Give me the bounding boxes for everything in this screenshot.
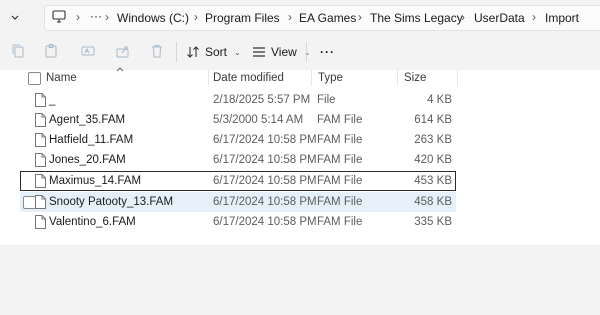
sort-ascending-icon — [116, 67, 124, 72]
breadcrumb-item-userdata[interactable]: UserData — [474, 11, 525, 25]
column-header-name[interactable]: Name — [46, 72, 77, 84]
file-name: Agent_35.FAM — [49, 114, 126, 126]
command-bar: Sort ⌄ View ⌄ ··· — [0, 34, 600, 71]
breadcrumb-item-ea-games[interactable]: EA Games — [299, 11, 356, 25]
file-type: FAM File — [317, 134, 363, 146]
chevron-right-icon: › — [105, 10, 109, 24]
file-date: 6/17/2024 10:58 PM — [213, 196, 317, 208]
file-icon — [35, 195, 46, 209]
toolbar-divider — [306, 42, 307, 62]
file-row[interactable]: Valentino_6.FAM 6/17/2024 10:58 PM FAM F… — [20, 212, 456, 232]
chevron-right-icon: › — [358, 10, 362, 24]
column-header-type[interactable]: Type — [318, 72, 343, 84]
file-size: 458 KB — [414, 196, 452, 208]
toolbar-divider — [176, 42, 177, 62]
column-header-date[interactable]: Date modified — [213, 72, 284, 84]
file-row-hovered[interactable]: Snooty Patooty_13.FAM 6/17/2024 10:58 PM… — [20, 192, 456, 212]
computer-icon[interactable] — [52, 10, 66, 23]
file-icon — [35, 153, 46, 167]
file-date: 2/18/2025 5:57 PM — [213, 94, 311, 106]
file-name: Snooty Patooty_13.FAM — [49, 196, 174, 208]
view-label: View — [271, 45, 297, 59]
vertical-scrollbar[interactable] — [594, 140, 600, 315]
delete-icon[interactable] — [149, 43, 165, 59]
file-name: _ — [49, 94, 56, 106]
file-type: File — [317, 94, 336, 106]
select-all-checkbox[interactable] — [28, 72, 41, 85]
expand-chevron-icon[interactable] — [10, 12, 20, 22]
file-size: 420 KB — [414, 154, 452, 166]
file-icon — [35, 93, 46, 107]
file-size: 614 KB — [414, 114, 452, 126]
breadcrumb-item-import[interactable]: Import — [545, 11, 579, 25]
file-date: 6/17/2024 10:58 PM — [213, 134, 317, 146]
file-size: 335 KB — [414, 216, 452, 228]
column-header-size[interactable]: Size — [404, 72, 426, 84]
file-row[interactable]: _ 2/18/2025 5:57 PM File 4 KB — [20, 90, 456, 110]
view-list-icon — [253, 47, 265, 57]
breadcrumb-overflow[interactable]: ··· — [90, 9, 102, 23]
file-name: Valentino_6.FAM — [49, 216, 136, 228]
column-divider[interactable] — [397, 70, 398, 86]
file-name: Maximus_14.FAM — [49, 175, 142, 187]
file-type: FAM File — [317, 114, 363, 126]
more-options-icon: ··· — [320, 45, 335, 59]
file-type: FAM File — [317, 175, 363, 187]
file-icon — [35, 174, 46, 188]
file-icon — [35, 113, 46, 127]
file-name: Jones_20.FAM — [49, 154, 126, 166]
column-divider[interactable] — [457, 70, 458, 86]
breadcrumb-item-program-files[interactable]: Program Files — [205, 11, 280, 25]
file-type: FAM File — [317, 154, 363, 166]
file-date: 5/3/2000 5:14 AM — [213, 114, 304, 126]
copy-icon[interactable] — [10, 43, 26, 59]
paste-icon[interactable] — [43, 43, 59, 59]
sort-button[interactable]: Sort ⌄ — [186, 41, 241, 63]
more-options-button[interactable]: ··· — [320, 41, 335, 63]
chevron-right-icon: › — [194, 10, 198, 24]
rename-icon[interactable] — [80, 43, 96, 59]
file-row[interactable]: Agent_35.FAM 5/3/2000 5:14 AM FAM File 6… — [20, 110, 456, 130]
chevron-right-icon: › — [532, 10, 536, 24]
address-bar: › ··· › Windows (C:) › Program Files › E… — [0, 0, 600, 34]
chevron-down-icon: ⌄ — [234, 47, 241, 57]
file-size: 453 KB — [414, 175, 452, 187]
view-button[interactable]: View ⌄ — [252, 41, 311, 63]
column-divider[interactable] — [208, 70, 209, 86]
file-date: 6/17/2024 10:58 PM — [213, 154, 317, 166]
file-row[interactable]: Jones_20.FAM 6/17/2024 10:58 PM FAM File… — [20, 150, 456, 170]
breadcrumb-item-drive[interactable]: Windows (C:) — [117, 11, 189, 25]
column-header-row: Name Date modified Type Size — [0, 67, 600, 88]
file-name: Hatfield_11.FAM — [49, 134, 134, 146]
file-row-focused[interactable]: Maximus_14.FAM 6/17/2024 10:58 PM FAM Fi… — [20, 171, 456, 191]
chevron-right-icon: › — [461, 10, 465, 24]
file-size: 4 KB — [427, 94, 452, 106]
share-icon[interactable] — [115, 43, 131, 59]
file-type: FAM File — [317, 196, 363, 208]
file-list: Name Date modified Type Size _ 2/18/2025… — [0, 67, 600, 245]
breadcrumb-item-sims-legacy[interactable]: The Sims Legacy — [370, 11, 463, 25]
sort-icon — [187, 46, 199, 58]
sort-label: Sort — [205, 45, 228, 59]
file-date: 6/17/2024 10:58 PM — [213, 175, 317, 187]
file-size: 263 KB — [414, 134, 452, 146]
file-icon — [35, 215, 46, 229]
file-row[interactable]: Hatfield_11.FAM 6/17/2024 10:58 PM FAM F… — [20, 130, 456, 150]
file-type: FAM File — [317, 216, 363, 228]
file-icon — [35, 133, 46, 147]
column-divider[interactable] — [311, 70, 312, 86]
chevron-down-icon: ⌄ — [303, 47, 311, 57]
chevron-right-icon: › — [76, 10, 80, 24]
file-date: 6/17/2024 10:58 PM — [213, 216, 317, 228]
chevron-right-icon: › — [288, 10, 292, 24]
